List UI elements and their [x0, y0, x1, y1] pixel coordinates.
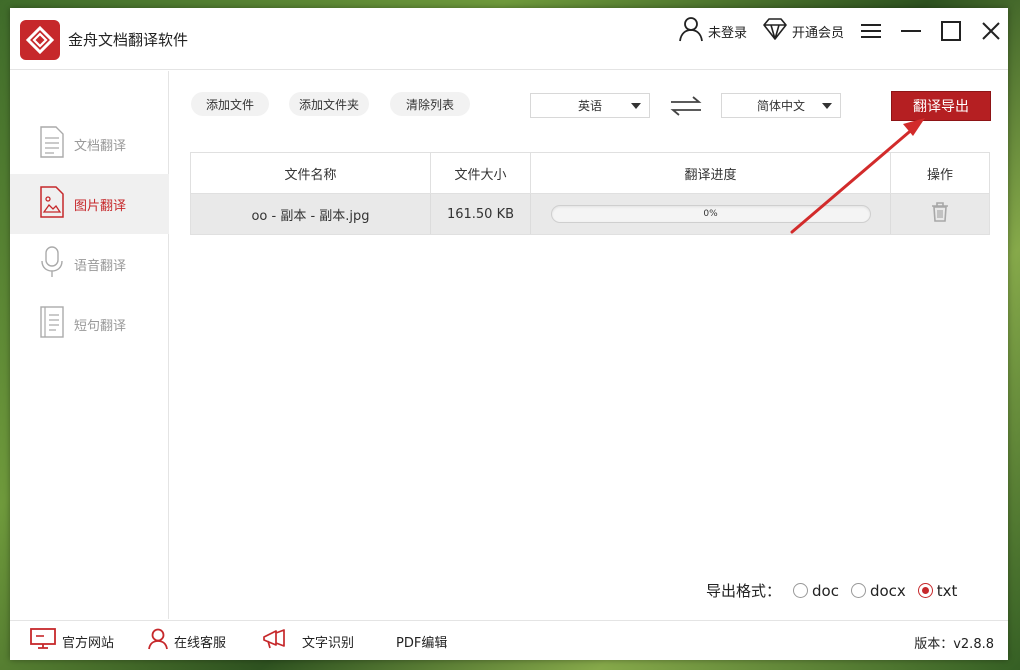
sidebar-item-label: 图片翻译 [74, 198, 127, 214]
add-folder-button[interactable]: 添加文件夹 [289, 92, 369, 116]
login-label: 未登录 [708, 25, 748, 41]
vip-label: 开通会员 [792, 25, 845, 41]
sidebar-item-label: 文档翻译 [74, 138, 127, 154]
format-radio-docx[interactable] [850, 583, 866, 598]
table-row[interactable]: oo - 副本 - 副本.jpg 161.50 KB 0% [190, 194, 990, 235]
document-icon [40, 126, 64, 162]
sidebar-item-sentence-translate[interactable]: 短句翻译 [10, 294, 169, 354]
sidebar: 文档翻译 图片翻译 语音翻译 短句翻译 [10, 71, 169, 619]
sidebar-item-label: 语音翻译 [74, 258, 127, 274]
user-icon [678, 16, 704, 46]
sidebar-item-label: 短句翻译 [74, 318, 127, 334]
progress-percent: 0% [703, 209, 718, 219]
text-recognition-link[interactable]: 文字识别 [262, 629, 354, 653]
pdf-edit-link[interactable]: PDF编辑 [390, 629, 447, 653]
monitor-icon [30, 628, 56, 654]
actions-cell [891, 194, 989, 234]
target-language-value: 简体中文 [756, 99, 805, 113]
source-language-select[interactable]: 英语 [530, 93, 650, 118]
chevron-down-icon [822, 103, 832, 109]
file-size: 161.50 KB [431, 194, 531, 234]
export-format-label: 导出格式： [706, 582, 782, 600]
menu-icon [858, 24, 884, 48]
swap-languages-button[interactable] [670, 95, 702, 117]
version-text: 版本：v2.8.8 [914, 637, 994, 652]
format-option-doc: doc [812, 581, 839, 600]
person-icon [148, 628, 168, 654]
notes-icon [40, 306, 64, 342]
format-option-docx: docx [869, 581, 906, 600]
app-title: 金舟文档翻译软件 [68, 31, 189, 49]
minimize-icon [898, 30, 924, 48]
progress-bar: 0% [550, 205, 871, 223]
source-language-value: 英语 [577, 99, 602, 113]
sidebar-item-voice-translate[interactable]: 语音翻译 [10, 234, 169, 294]
menu-button[interactable] [858, 18, 884, 44]
support-label: 在线客服 [174, 635, 227, 651]
maximize-button[interactable] [938, 18, 964, 44]
image-icon [40, 186, 64, 222]
format-radio-doc[interactable] [793, 583, 809, 598]
close-button[interactable] [978, 18, 1004, 44]
diamond-icon [762, 16, 788, 46]
chevron-down-icon [631, 103, 641, 109]
microphone-icon [40, 246, 64, 282]
pdf-label: PDF编辑 [396, 635, 448, 651]
format-radio-txt[interactable] [917, 583, 933, 598]
column-header-filename: 文件名称 [191, 153, 431, 193]
export-format-group: 导出格式： doc docx txt [706, 580, 957, 601]
vip-button[interactable]: 开通会员 [762, 18, 844, 44]
column-header-progress: 翻译进度 [531, 153, 891, 193]
delete-button[interactable] [931, 202, 949, 226]
column-header-actions: 操作 [926, 167, 953, 183]
sidebar-item-doc-translate[interactable]: 文档翻译 [10, 114, 169, 174]
clear-list-button[interactable]: 清除列表 [390, 92, 470, 116]
trash-icon [931, 202, 949, 226]
column-header-filesize: 文件大小 [431, 153, 531, 193]
megaphone-icon [262, 628, 290, 654]
online-support-link[interactable]: 在线客服 [148, 628, 227, 654]
title-bar: 金舟文档翻译软件 未登录 开通会员 [10, 8, 1008, 70]
minimize-button[interactable] [898, 18, 924, 44]
app-window: 金舟文档翻译软件 未登录 开通会员 文档翻译 图片翻译 语音翻译 短句翻译 添加… [10, 8, 1008, 660]
close-icon [978, 22, 1004, 48]
table-header: 文件名称 文件大小 翻译进度 操作 [190, 152, 990, 194]
progress-cell: 0% [531, 194, 891, 234]
footer: 官方网站 在线客服 文字识别 PDF编辑 版本：v2.8.8 [10, 620, 1008, 660]
format-option-txt: txt [936, 581, 958, 600]
official-website-link[interactable]: 官方网站 [30, 628, 115, 654]
ocr-label: 文字识别 [302, 635, 355, 651]
file-table: 文件名称 文件大小 翻译进度 操作 oo - 副本 - 副本.jpg 161.5… [190, 152, 990, 235]
translate-export-button[interactable]: 翻译导出 [891, 91, 991, 121]
login-button[interactable]: 未登录 [678, 16, 748, 46]
sidebar-item-image-translate[interactable]: 图片翻译 [10, 174, 169, 234]
app-logo-icon [20, 20, 60, 60]
website-label: 官方网站 [62, 635, 115, 651]
maximize-icon [938, 21, 964, 48]
add-file-button[interactable]: 添加文件 [191, 92, 269, 116]
swap-arrows-icon [670, 96, 702, 121]
target-language-select[interactable]: 简体中文 [721, 93, 841, 118]
file-name: oo - 副本 - 副本.jpg [191, 194, 431, 234]
